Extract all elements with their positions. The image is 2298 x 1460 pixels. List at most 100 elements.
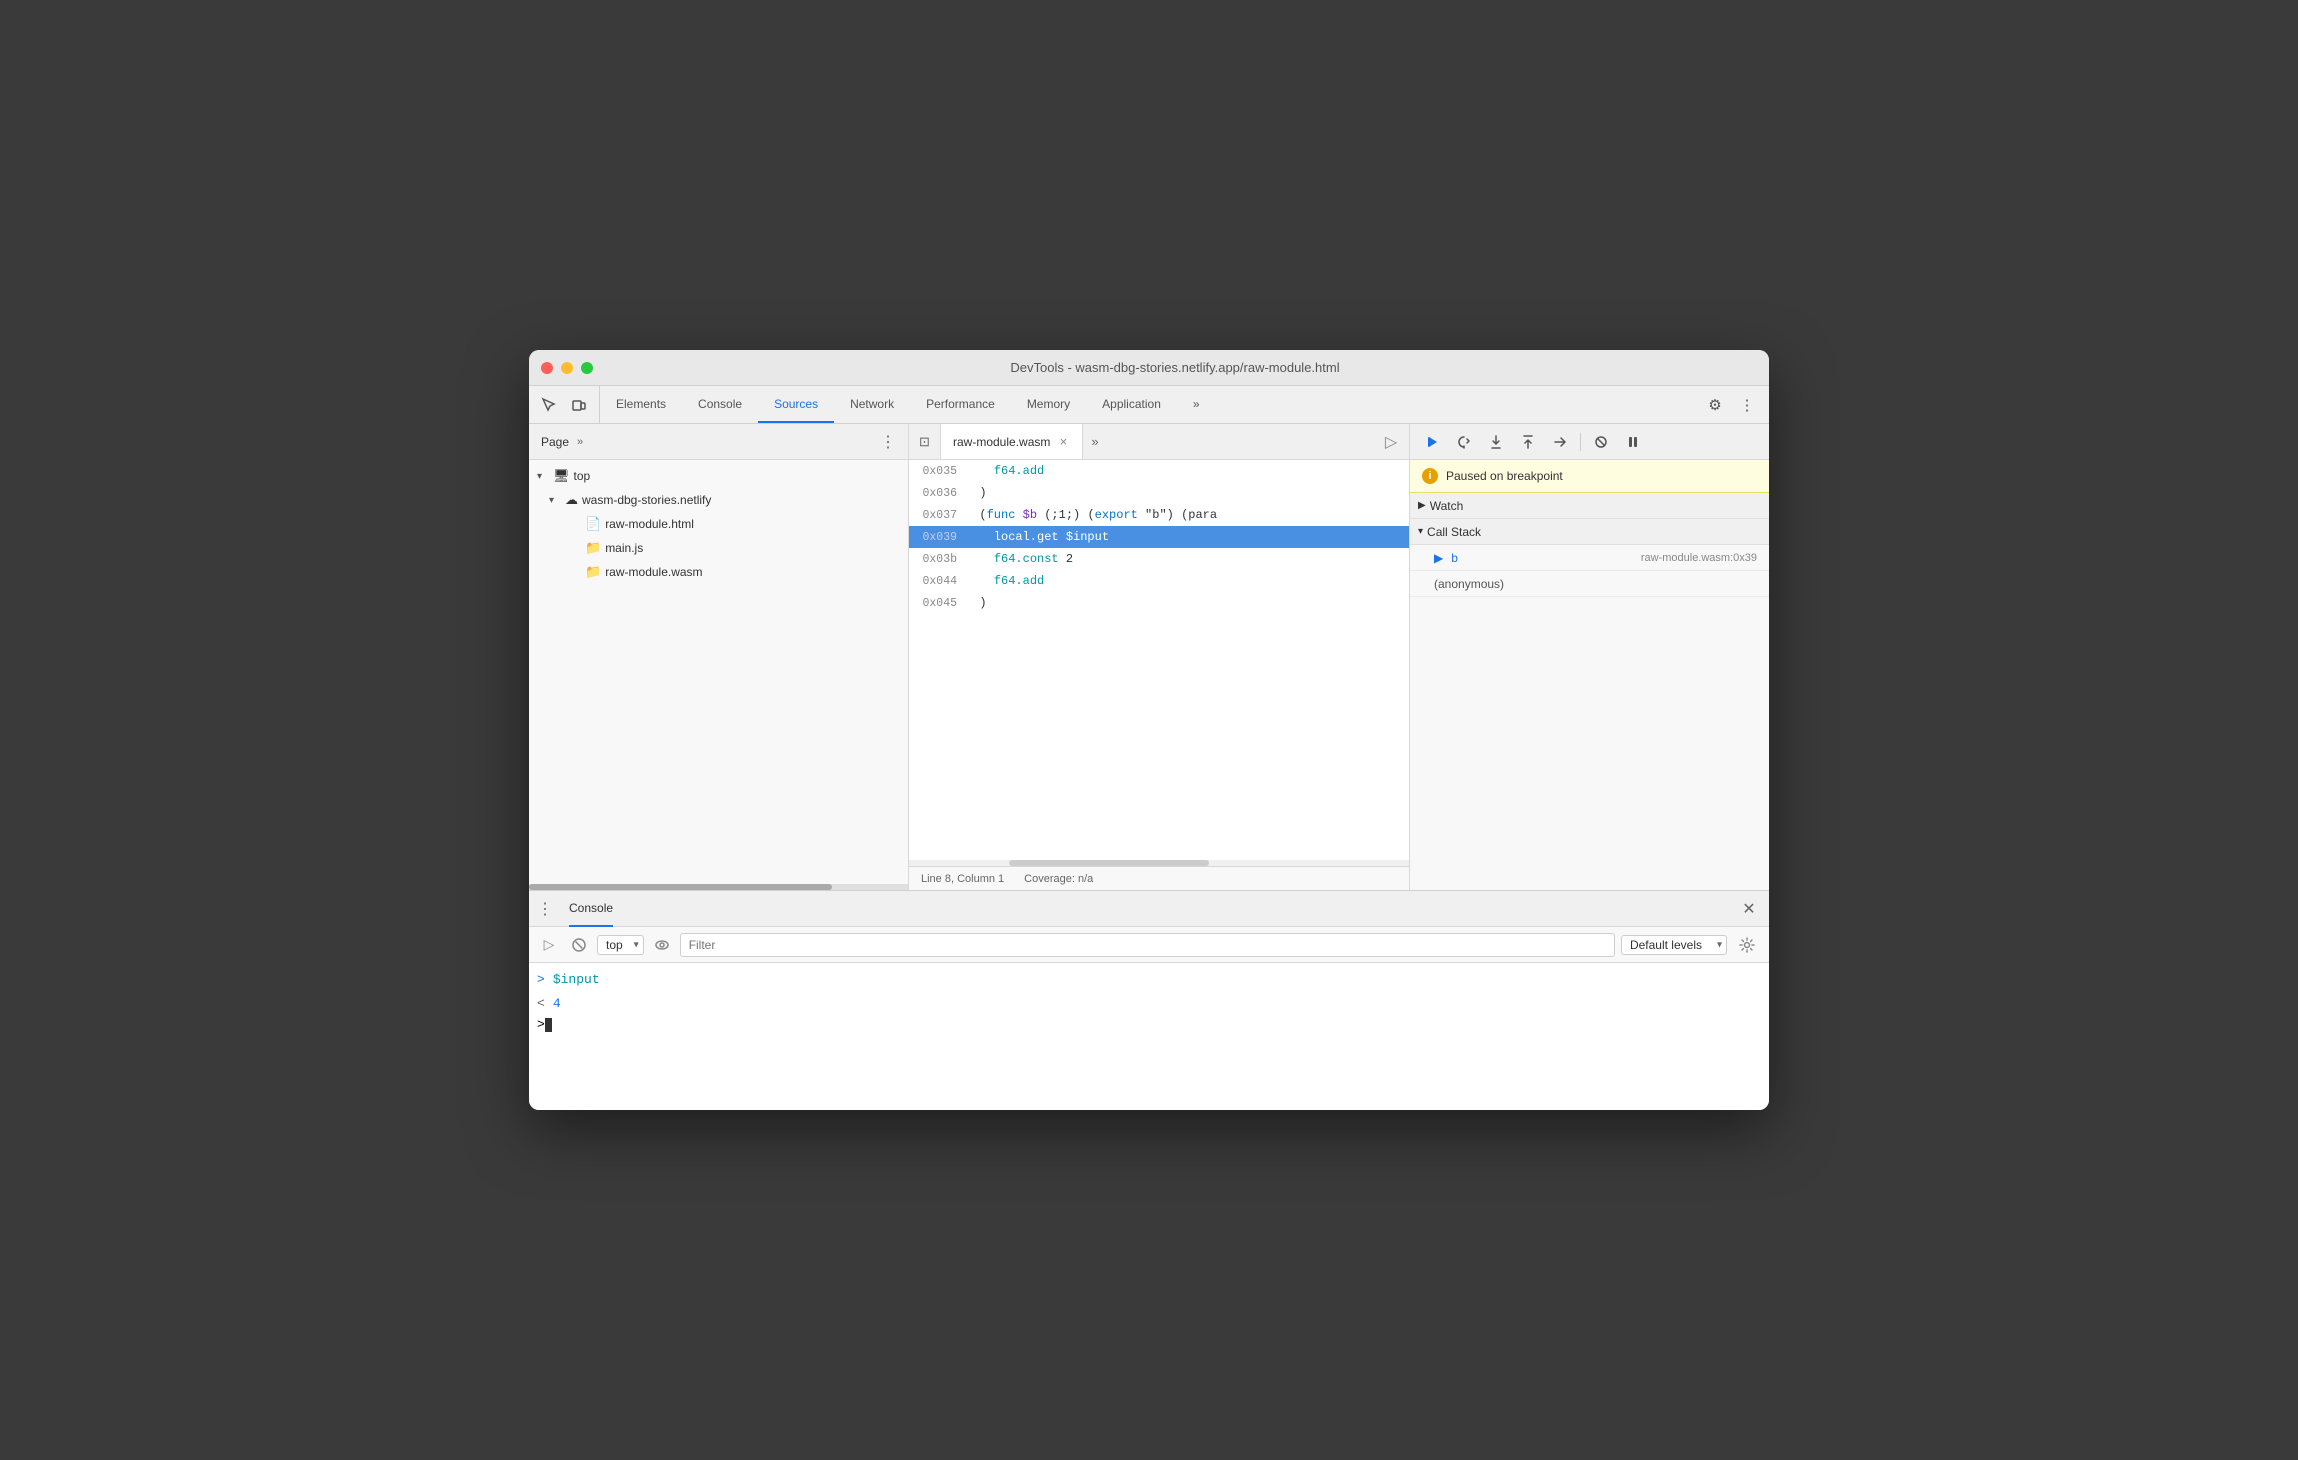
console-levels-arrow: ▾ <box>1717 939 1722 950</box>
maximize-button[interactable] <box>581 362 593 374</box>
editor-tab-more[interactable]: » <box>1083 424 1106 459</box>
file-icon-html: 📄 <box>585 516 601 532</box>
tree-item-html[interactable]: 📄 raw-module.html <box>529 512 908 536</box>
callstack-label: Call Stack <box>1427 525 1481 539</box>
tab-performance[interactable]: Performance <box>910 386 1011 423</box>
tab-icons <box>529 386 600 423</box>
tab-memory[interactable]: Memory <box>1011 386 1086 423</box>
file-icon-wasm: 📁 <box>585 564 601 580</box>
close-button[interactable] <box>541 362 553 374</box>
editor-tab-close[interactable]: × <box>1056 435 1070 449</box>
line-addr-044: 0x044 <box>913 575 965 588</box>
tab-console[interactable]: Console <box>682 386 758 423</box>
console-levels-selector[interactable]: Default levels ▾ <box>1621 935 1727 955</box>
resume-button[interactable] <box>1418 428 1446 456</box>
line-code-044: f64.add <box>965 574 1044 588</box>
deactivate-breakpoints-button[interactable] <box>1587 428 1615 456</box>
code-line-037: 0x037 (func $b (;1;) (export "b") (para <box>909 504 1409 526</box>
tab-application[interactable]: Application <box>1086 386 1177 423</box>
tab-network[interactable]: Network <box>834 386 910 423</box>
console-context-selector[interactable]: top ▾ <box>597 935 644 955</box>
tree-item-top[interactable]: ▾ 🖥 top <box>529 464 908 488</box>
titlebar: DevTools - wasm-dbg-stories.netlify.app/… <box>529 350 1769 386</box>
watch-arrow: ▶ <box>1418 500 1426 511</box>
callstack-item-b[interactable]: ▶ b raw-module.wasm:0x39 <box>1410 545 1769 571</box>
console-cursor <box>545 1018 552 1032</box>
editor-scrollbar <box>909 860 1409 866</box>
console-eye-button[interactable] <box>650 933 674 957</box>
editor-run-button[interactable]: ▷ <box>1377 428 1405 456</box>
inspect-icon[interactable] <box>537 393 561 417</box>
console-active-input[interactable]: > <box>529 1015 1769 1034</box>
editor-toggle-icon[interactable]: ⊡ <box>909 424 941 459</box>
tree-label-mainjs: main.js <box>605 541 643 555</box>
sidebar-title: Page <box>541 435 569 449</box>
debugger-panel: i Paused on breakpoint ▶ Watch ▾ Call St… <box>1409 424 1769 890</box>
tabs-bar: Elements Console Sources Network Perform… <box>529 386 1769 424</box>
tree-label-html: raw-module.html <box>605 517 694 531</box>
line-addr-037: 0x037 <box>913 509 965 522</box>
breakpoint-icon: i <box>1422 468 1438 484</box>
tree-item-wasm[interactable]: 📁 raw-module.wasm <box>529 560 908 584</box>
tree-arrow-wasm: ▾ <box>549 495 561 506</box>
folder-icon-top: 🖥 <box>553 468 570 484</box>
step-out-button[interactable] <box>1514 428 1542 456</box>
console-close-button[interactable]: ✕ <box>1737 897 1761 921</box>
callstack-arrow-icon: ▾ <box>1418 526 1423 537</box>
editor-tab-name: raw-module.wasm <box>953 435 1050 449</box>
tab-sources[interactable]: Sources <box>758 386 834 423</box>
callstack-name-b: b <box>1451 551 1458 565</box>
tabs-more[interactable]: » <box>1177 386 1216 423</box>
editor-tab-wasm[interactable]: raw-module.wasm × <box>941 424 1083 459</box>
console-filter-input[interactable] <box>680 933 1615 957</box>
callstack-anon-label: (anonymous) <box>1434 577 1504 591</box>
console-line-input: > $input <box>529 967 1769 991</box>
tree-label-top: top <box>574 469 591 483</box>
step-over-button[interactable] <box>1450 428 1478 456</box>
line-code-037: (func $b (;1;) (export "b") (para <box>965 508 1217 522</box>
line-addr-03b: 0x03b <box>913 553 965 566</box>
callstack-item-anon[interactable]: (anonymous) <box>1410 571 1769 597</box>
line-addr-039: 0x039 <box>913 531 965 544</box>
more-options-icon[interactable]: ⋮ <box>1733 391 1761 419</box>
device-toolbar-icon[interactable] <box>567 393 591 417</box>
step-button[interactable] <box>1546 428 1574 456</box>
step-into-button[interactable] <box>1482 428 1510 456</box>
console-menu-dots[interactable]: ⋮ <box>537 899 561 919</box>
pause-on-exceptions-button[interactable] <box>1619 428 1647 456</box>
console-clear-button[interactable] <box>567 933 591 957</box>
editor-body[interactable]: 0x035 f64.add 0x036 ) 0x037 (func $b (;1… <box>909 460 1409 860</box>
sidebar-dots[interactable]: ⋮ <box>880 432 896 452</box>
minimize-button[interactable] <box>561 362 573 374</box>
main-content: Page » ⋮ ▾ 🖥 top ▾ ☁ wasm-dbg-stories.ne… <box>529 424 1769 890</box>
code-line-044: 0x044 f64.add <box>909 570 1409 592</box>
console-prompt-right: > <box>537 972 545 987</box>
sidebar: Page » ⋮ ▾ 🖥 top ▾ ☁ wasm-dbg-stories.ne… <box>529 424 909 890</box>
console-run-button[interactable]: ▷ <box>537 933 561 957</box>
code-line-035: 0x035 f64.add <box>909 460 1409 482</box>
callstack-header[interactable]: ▾ Call Stack <box>1410 519 1769 545</box>
editor-tabs: ⊡ raw-module.wasm × » ▷ <box>909 424 1409 460</box>
callstack-active-arrow: ▶ <box>1434 551 1443 565</box>
watch-header[interactable]: ▶ Watch <box>1410 493 1769 519</box>
line-code-045: ) <box>965 596 987 610</box>
console-tab[interactable]: Console <box>569 891 613 927</box>
editor-status: Line 8, Column 1 Coverage: n/a <box>909 866 1409 890</box>
console-line-output: < 4 <box>529 991 1769 1015</box>
tree-label-wasm: raw-module.wasm <box>605 565 702 579</box>
console-section: ⋮ Console ✕ ▷ top ▾ <box>529 890 1769 1110</box>
line-code-036: ) <box>965 486 987 500</box>
cloud-icon: ☁ <box>565 492 578 508</box>
tab-elements[interactable]: Elements <box>600 386 682 423</box>
traffic-lights <box>541 362 593 374</box>
debugger-toolbar <box>1410 424 1769 460</box>
console-settings-button[interactable] <box>1733 931 1761 959</box>
line-addr-036: 0x036 <box>913 487 965 500</box>
tree-item-wasm-dbg[interactable]: ▾ ☁ wasm-dbg-stories.netlify <box>529 488 908 512</box>
tabs-list: Elements Console Sources Network Perform… <box>600 386 1693 423</box>
tree-item-mainjs[interactable]: 📁 main.js <box>529 536 908 560</box>
settings-icon[interactable]: ⚙ <box>1701 391 1729 419</box>
sidebar-more[interactable]: » <box>577 436 583 448</box>
tree-arrow-top: ▾ <box>537 471 549 482</box>
console-context-arrow: ▾ <box>634 939 639 950</box>
